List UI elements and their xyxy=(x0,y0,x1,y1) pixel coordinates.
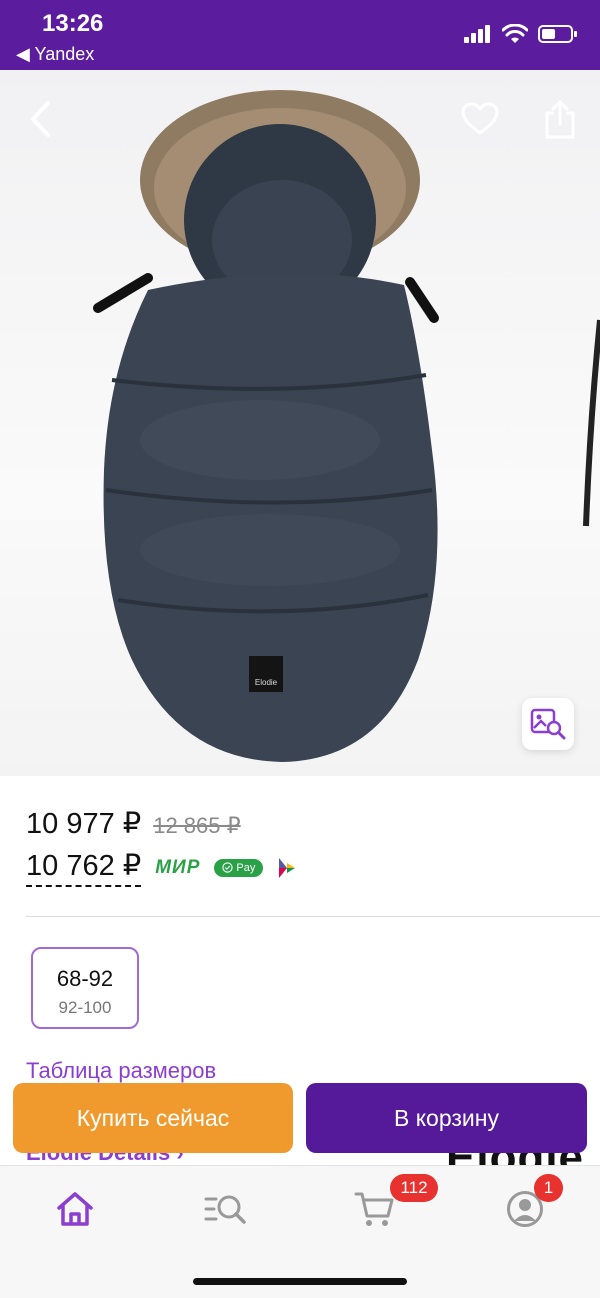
visual-search-button[interactable] xyxy=(522,698,574,750)
card-price-row: 10 762 ₽ МИР Pay xyxy=(26,848,586,887)
old-price: 12 865 ₽ xyxy=(153,813,241,838)
sbp-icon xyxy=(279,857,296,878)
back-to-app-link[interactable]: ◀ Yandex xyxy=(16,44,94,65)
status-time: 13:26 xyxy=(42,10,104,37)
home-icon xyxy=(57,1192,93,1226)
wifi-icon xyxy=(502,24,528,43)
product-image-gallery[interactable]: Elodie xyxy=(0,70,600,776)
heart-icon xyxy=(461,102,499,135)
status-icons xyxy=(464,24,578,44)
product-image xyxy=(93,90,600,762)
home-indicator xyxy=(193,1278,407,1285)
price-row: 10 977 ₽ 12 865 ₽ xyxy=(26,806,586,846)
share-icon xyxy=(545,100,575,139)
status-bar: 13:26 ◀ Yandex xyxy=(0,0,600,70)
cart-icon xyxy=(354,1192,394,1226)
back-icon xyxy=(31,101,50,137)
cart-count-badge: 112 xyxy=(390,1174,438,1202)
back-button[interactable] xyxy=(15,94,65,144)
mir-badge: МИР xyxy=(155,856,201,878)
size-option[interactable]: 68-92 92-100 xyxy=(31,947,139,1029)
favorite-button[interactable] xyxy=(455,94,505,144)
price-section: 10 977 ₽ 12 865 ₽ 10 762 ₽ МИР Pay xyxy=(26,806,586,887)
tab-home[interactable] xyxy=(45,1184,105,1234)
buy-now-button[interactable]: Купить сейчас xyxy=(13,1083,293,1153)
spay-badge: Pay xyxy=(214,858,264,877)
brand-tag-label: Elodie xyxy=(254,678,278,687)
spay-label: Pay xyxy=(236,861,256,874)
add-to-cart-button[interactable]: В корзину xyxy=(306,1083,587,1153)
check-circle-icon xyxy=(222,862,234,873)
tab-catalog[interactable] xyxy=(195,1184,255,1234)
signal-icon xyxy=(464,25,490,43)
size-main-label: 68-92 xyxy=(56,966,114,991)
current-price: 10 977 ₽ xyxy=(26,808,142,840)
profile-notification-badge: 1 xyxy=(534,1174,563,1202)
card-price[interactable]: 10 762 ₽ xyxy=(26,848,142,887)
size-alt-label: 92-100 xyxy=(58,998,112,1017)
size-table-link[interactable]: Таблица размеров xyxy=(26,1058,216,1084)
battery-icon xyxy=(538,25,577,43)
divider xyxy=(26,916,600,917)
share-button[interactable] xyxy=(535,94,585,144)
visual-search-icon xyxy=(530,708,566,740)
catalog-search-icon xyxy=(204,1195,246,1224)
